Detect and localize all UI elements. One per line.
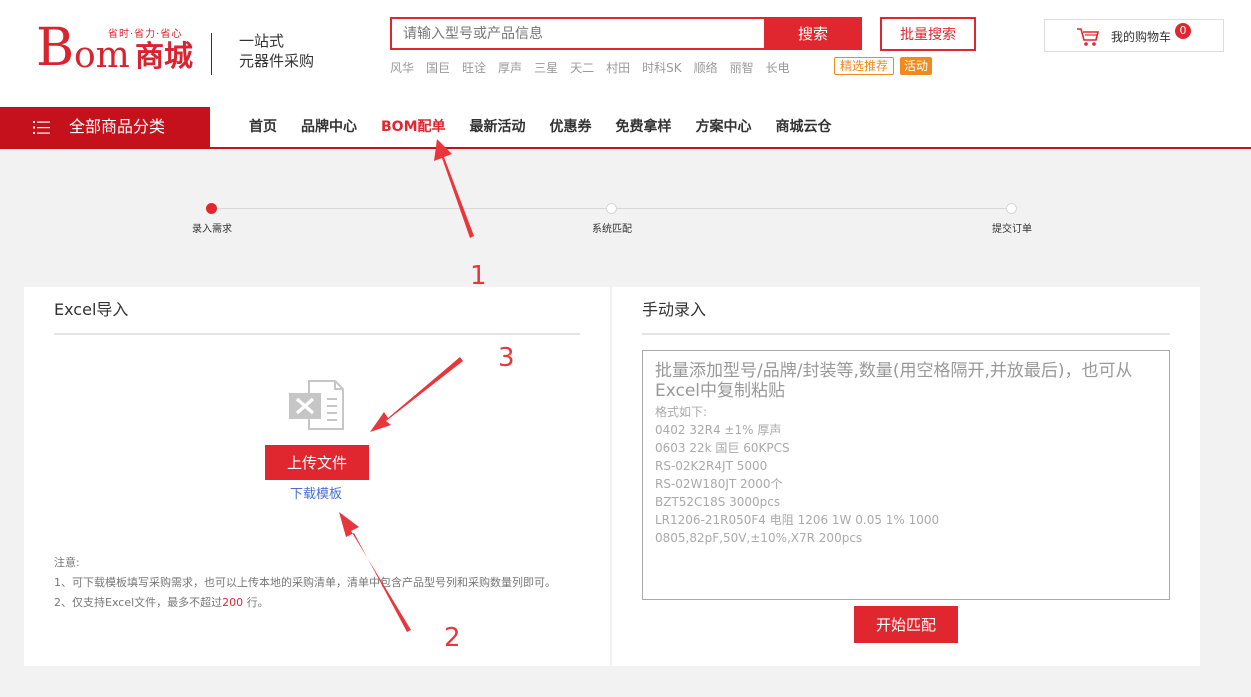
activity-tag[interactable]: 活动: [900, 57, 933, 75]
manual-entry-panel: 手动录入 批量添加型号/品牌/封装等,数量(用空格隔开,并放最后)，也可从Exc…: [612, 287, 1200, 666]
nav-home[interactable]: 首页: [249, 107, 277, 147]
annotation-label-3: 3: [498, 343, 515, 373]
step-dot-3: [1006, 203, 1017, 214]
nav-free-samples[interactable]: 免费拿样: [616, 107, 672, 147]
logo-letter-b: B: [36, 18, 75, 78]
menu-list-icon: [33, 121, 50, 134]
progress-stepper: 录入需求 系统匹配 提交订单: [0, 195, 1251, 245]
note-2-suffix: 行。: [243, 596, 269, 609]
excel-import-panel: Excel导入 上传文件 下载模板 注意: 1、可下载模板填写采购需求，也可以上…: [24, 287, 610, 666]
hot-keyword[interactable]: 村田: [606, 59, 630, 77]
logo-mall-text: 商城: [135, 39, 194, 73]
hot-keyword[interactable]: 时科SK: [642, 59, 682, 77]
annotation-label-2: 2: [444, 623, 461, 653]
format-example: 0805,82pF,50V,±10%,X7R 200pcs: [655, 531, 863, 545]
format-examples: 0402 32R4 ±1% 厚声 0603 22k 国巨 60KPCS RS-0…: [655, 421, 1157, 547]
hot-keyword[interactable]: 厚声: [498, 59, 522, 77]
hot-keyword[interactable]: 三星: [534, 59, 558, 77]
batch-search-button[interactable]: 批量搜索: [880, 17, 976, 51]
nav-solution-center[interactable]: 方案中心: [696, 107, 752, 147]
hot-keyword[interactable]: 丽智: [730, 59, 754, 77]
step-label-1: 录入需求: [192, 224, 232, 235]
format-example: 0603 22k 国巨 60KPCS: [655, 441, 790, 455]
format-example: 0402 32R4 ±1% 厚声: [655, 423, 782, 437]
format-example: RS-02K2R4JT 5000: [655, 459, 768, 473]
tagline: 一站式 元器件采购: [239, 31, 314, 71]
shopping-cart-icon: [1077, 28, 1100, 46]
note-1: 1、可下载模板填写采购需求，也可以上传本地的采购清单，清单中包含产品型号列和采购…: [54, 576, 556, 589]
hot-keyword[interactable]: 天二: [570, 59, 594, 77]
cart-label: 我的购物车: [1111, 30, 1172, 44]
excel-file-icon: [289, 380, 344, 430]
format-example: LR1206-21R050F4 电阻 1206 1W 0.05 1% 1000: [655, 513, 940, 527]
step-dot-2: [606, 203, 617, 214]
format-example: RS-02W180JT 2000个: [655, 477, 783, 491]
hot-keyword[interactable]: 风华: [390, 59, 414, 77]
format-label: 格式如下:: [655, 405, 708, 419]
note-2-prefix: 2、仅支持Excel文件，最多不超过: [54, 596, 223, 609]
search-button[interactable]: 搜索: [764, 17, 862, 50]
format-example: BZT52C18S 3000pcs: [655, 495, 781, 509]
notes-title: 注意:: [54, 556, 80, 569]
step-label-2: 系统匹配: [592, 224, 632, 235]
nav-bom-order[interactable]: BOM配单: [381, 107, 446, 147]
tagline-line-2: 元器件采购: [239, 52, 315, 70]
main-nav: 全部商品分类 首页 品牌中心 BOM配单 最新活动 优惠券 免费拿样 方案中心 商城云仓: [0, 107, 1251, 149]
nav-links: 首页 品牌中心 BOM配单 最新活动 优惠券 免费拿样 方案中心 商城云仓: [249, 107, 856, 147]
nav-cloud-warehouse[interactable]: 商城云仓: [776, 107, 832, 147]
nav-brand-center[interactable]: 品牌中心: [301, 107, 357, 147]
note-2: 2、仅支持Excel文件，最多不超过200 行。: [54, 593, 589, 613]
start-match-button[interactable]: 开始匹配: [854, 606, 958, 643]
tagline-line-1: 一站式: [239, 32, 285, 50]
manual-entry-hint: 批量添加型号/品牌/封装等,数量(用空格隔开,并放最后)，也可从Excel中复制…: [655, 361, 1133, 401]
cart-count-badge: 0: [1175, 23, 1191, 39]
upload-file-button[interactable]: 上传文件: [265, 445, 369, 480]
logo-letters-om: om: [74, 35, 130, 76]
hot-keyword[interactable]: 旺诠: [462, 59, 486, 77]
excel-panel-title: Excel导入: [54, 300, 129, 319]
logo-divider: [211, 33, 212, 75]
hot-keyword[interactable]: 国巨: [426, 59, 450, 77]
step-label-3: 提交订单: [992, 224, 1032, 235]
download-template-link[interactable]: 下载模板: [290, 486, 342, 504]
featured-tag[interactable]: 精选推荐: [834, 57, 895, 75]
all-categories-button[interactable]: 全部商品分类: [0, 107, 210, 147]
hot-keyword[interactable]: 长电: [766, 59, 790, 77]
manual-panel-title: 手动录入: [642, 300, 707, 319]
nav-coupons[interactable]: 优惠券: [550, 107, 592, 147]
excel-panel-divider: [54, 333, 580, 335]
top-header: B 省时·省力·省心 om 商城 一站式 元器件采购 搜索 批量搜索 风华国巨旺…: [0, 0, 1251, 107]
upload-notes: 注意: 1、可下载模板填写采购需求，也可以上传本地的采购清单，清单中包含产品型号…: [54, 553, 589, 613]
search-input[interactable]: [392, 19, 764, 48]
annotation-label-1: 1: [470, 261, 487, 291]
hot-keywords: 风华 国巨 旺诠 厚声 三星 天二 村田 时科SK 顺络 丽智 长电: [390, 59, 802, 77]
cart-button[interactable]: 我的购物车 0: [1044, 19, 1224, 52]
manual-panel-divider: [642, 333, 1170, 335]
manual-entry-textarea[interactable]: 批量添加型号/品牌/封装等,数量(用空格隔开,并放最后)，也可从Excel中复制…: [642, 350, 1170, 600]
nav-latest-activities[interactable]: 最新活动: [470, 107, 526, 147]
bom-mall-logo[interactable]: B 省时·省力·省心 om 商城: [36, 22, 196, 78]
all-categories-label: 全部商品分类: [69, 117, 166, 136]
search-box: 搜索: [390, 17, 862, 50]
note-2-row-limit: 200: [222, 596, 244, 609]
hot-keyword[interactable]: 顺络: [694, 59, 718, 77]
step-dot-1: [206, 203, 217, 214]
